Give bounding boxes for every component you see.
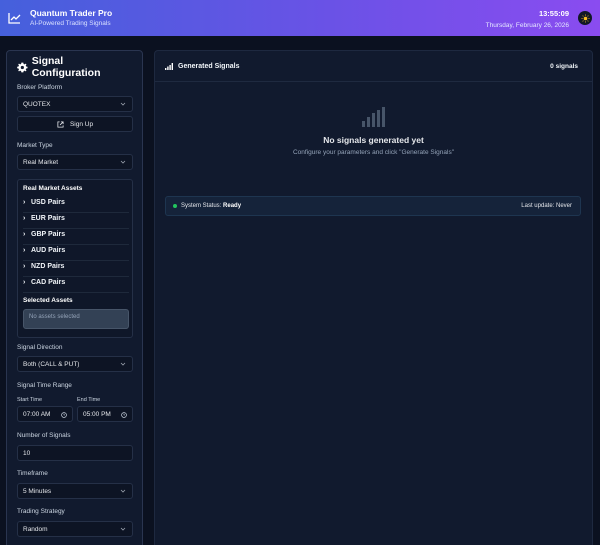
timeframe-value: 5 Minutes: [23, 487, 52, 495]
timeframe-label: Timeframe: [17, 470, 48, 477]
app-title: Quantum Trader Pro: [30, 8, 113, 18]
chevron-down-icon: [120, 489, 126, 493]
end-time-value: 05:00 PM: [83, 410, 111, 418]
assets-panel: Real Market Assets › USD Pairs › EUR Pairs…: [17, 179, 133, 338]
system-status: System Status: Ready: [181, 203, 241, 209]
asset-group-label: AUD Pairs: [31, 247, 66, 254]
current-date: Thursday, February 26, 2026: [485, 22, 569, 29]
asset-group-aud[interactable]: › AUD Pairs: [23, 247, 65, 254]
signal-bars-icon: [165, 63, 173, 70]
asset-group-label: EUR Pairs: [31, 215, 65, 222]
time-range-label: Signal Time Range: [17, 382, 72, 389]
status-label: System Status:: [181, 203, 222, 209]
market-type-label: Market Type: [17, 142, 53, 149]
trend-chart-icon: [8, 11, 22, 25]
chevron-right-icon: ›: [23, 263, 26, 270]
timeframe-select[interactable]: 5 Minutes: [17, 483, 133, 499]
num-signals-value: 10: [23, 449, 31, 457]
gear-icon: [17, 62, 28, 72]
asset-group-label: NZD Pairs: [31, 263, 65, 270]
strategy-value: Random: [23, 525, 48, 533]
num-signals-label: Number of Signals: [17, 432, 71, 439]
start-time-value: 07:00 AM: [23, 410, 51, 418]
theme-toggle-button[interactable]: [578, 11, 592, 25]
chevron-down-icon: [120, 160, 126, 164]
last-update: Last update: Never: [521, 203, 572, 209]
signup-button[interactable]: Sign Up: [17, 116, 133, 132]
broker-value: QUOTEX: [23, 100, 51, 108]
asset-group-gbp[interactable]: › GBP Pairs: [23, 231, 65, 238]
signals-title: Generated Signals: [178, 62, 240, 70]
direction-value: Both (CALL & PUT): [23, 360, 80, 368]
empty-state-subtitle: Configure your parameters and click "Gen…: [292, 149, 455, 156]
asset-group-label: CAD Pairs: [31, 279, 66, 286]
broker-select[interactable]: QUOTEX: [17, 96, 133, 112]
signals-count: 0 signals: [550, 62, 578, 70]
market-type-value: Real Market: [23, 158, 59, 166]
signals-panel: Generated Signals 0 signals No signals g…: [154, 50, 593, 545]
panel-title: Signal Configuration: [31, 55, 101, 79]
chevron-down-icon: [120, 527, 126, 531]
start-time-input[interactable]: 07:00 AM: [17, 406, 73, 422]
chevron-right-icon: ›: [23, 247, 26, 254]
asset-group-label: USD Pairs: [31, 199, 65, 206]
empty-state-title: No signals generated yet: [323, 135, 424, 145]
asset-group-usd[interactable]: › USD Pairs: [23, 199, 65, 206]
chevron-right-icon: ›: [23, 215, 26, 222]
signal-bars-icon: [362, 107, 385, 127]
selected-assets-box: No assets selected: [23, 309, 129, 329]
direction-select[interactable]: Both (CALL & PUT): [17, 356, 133, 372]
chevron-right-icon: ›: [23, 199, 26, 206]
strategy-select[interactable]: Random: [17, 521, 133, 537]
chevron-down-icon: [120, 102, 126, 106]
clock-icon: [121, 412, 127, 418]
market-type-select[interactable]: Real Market: [17, 154, 133, 170]
asset-group-cad[interactable]: › CAD Pairs: [23, 279, 65, 286]
chevron-down-icon: [120, 362, 126, 366]
chevron-right-icon: ›: [23, 279, 26, 286]
start-time-label: Start Time: [17, 397, 43, 403]
app-subtitle: AI-Powered Trading Signals: [30, 20, 111, 27]
status-value: Ready: [223, 203, 242, 209]
end-time-label: End Time: [77, 397, 101, 403]
broker-label: Broker Platform: [17, 84, 63, 91]
external-link-icon: [57, 120, 64, 128]
clock-icon: [61, 412, 67, 418]
end-time-input[interactable]: 05:00 PM: [77, 406, 133, 422]
status-dot-icon: [173, 204, 177, 208]
asset-group-label: GBP Pairs: [31, 231, 66, 238]
sun-icon: [580, 13, 590, 23]
chevron-right-icon: ›: [23, 231, 26, 238]
current-time: 13:55:09: [538, 9, 569, 18]
signup-label: Sign Up: [69, 120, 94, 128]
system-status-bar: System Status: Ready Last update: Never: [165, 196, 581, 216]
asset-group-eur[interactable]: › EUR Pairs: [23, 215, 65, 222]
asset-group-nzd[interactable]: › NZD Pairs: [23, 263, 64, 270]
num-signals-input[interactable]: 10: [17, 445, 133, 461]
signals-header: Generated Signals 0 signals: [155, 51, 592, 82]
clock: 13:55:09 Thursday, February 26, 2026: [486, 9, 569, 31]
selected-assets-label: Selected Assets: [23, 297, 73, 304]
assets-title: Real Market Assets: [23, 185, 83, 192]
direction-label: Signal Direction: [17, 344, 63, 351]
app-header: Quantum Trader Pro AI-Powered Trading Si…: [0, 0, 600, 36]
signal-config-panel: Signal Configuration Broker Platform QUO…: [6, 50, 143, 545]
strategy-label: Trading Strategy: [17, 508, 65, 515]
